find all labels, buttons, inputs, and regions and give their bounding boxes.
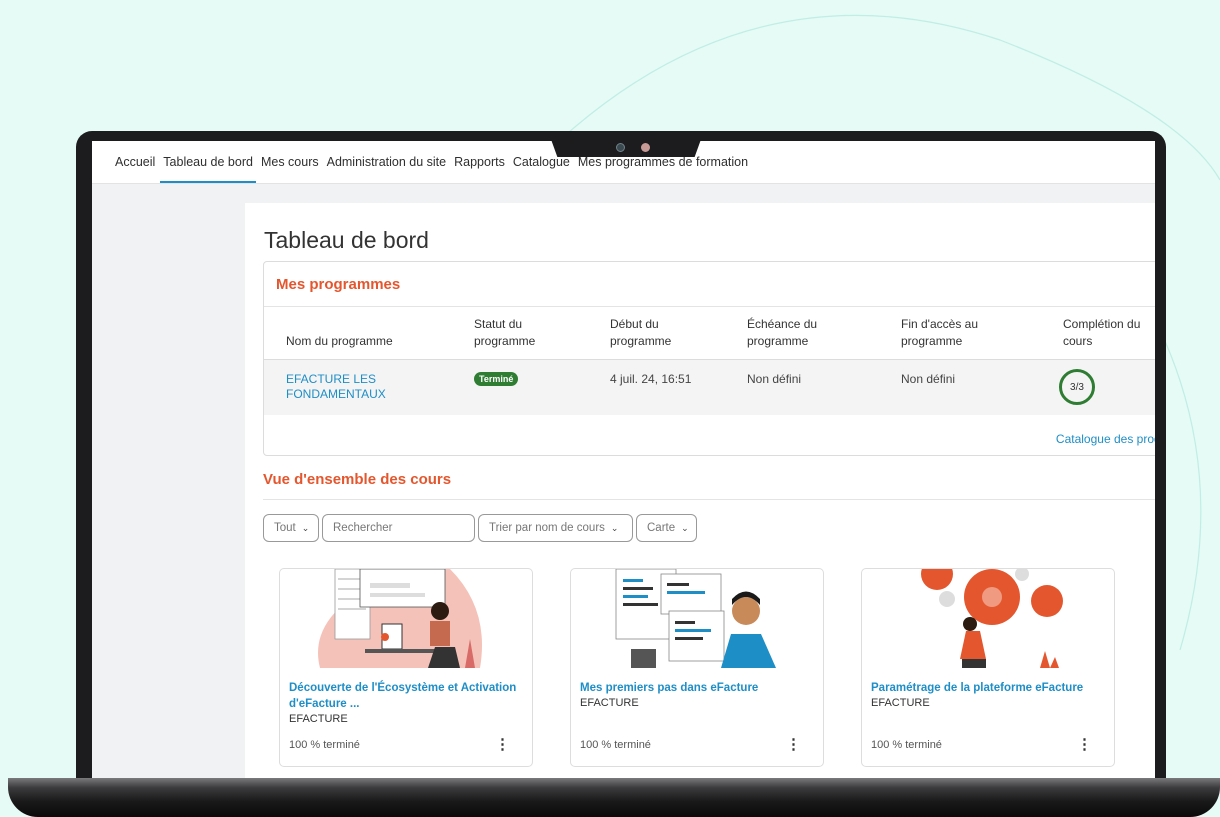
course-category: EFACTURE [871,697,930,709]
nav-item-mes-cours[interactable]: Mes cours [258,155,322,183]
program-name-link[interactable]: EFACTURE LES FONDAMENTAUX [286,372,406,402]
program-due-date: Non défini [747,372,802,386]
programs-card: Mes programmes Nom du programme Statut d… [263,261,1155,456]
search-input[interactable]: Rechercher [322,514,475,542]
header-course-completion: Complétion du cours [1063,317,1141,348]
course-illustration [615,569,776,668]
course-name[interactable]: Paramétrage de la plateforme eFacture [871,680,1109,696]
page-title: Tableau de bord [264,227,429,253]
program-end-date: Non défini [901,372,956,386]
sort-dropdown[interactable]: Trier par nom de cours ⌄ [478,514,633,542]
status-badge: Terminé [474,372,519,386]
kebab-menu-icon[interactable]: ⋮ [1077,735,1092,753]
nav-item-mes-programmes[interactable]: Mes programmes de formation [575,155,751,183]
course-name[interactable]: Découverte de l'Écosystème et Activation… [289,680,527,712]
nav-item-tableau-de-bord[interactable]: Tableau de bord [160,155,256,183]
kebab-menu-icon[interactable]: ⋮ [495,735,510,753]
kebab-menu-icon[interactable]: ⋮ [786,735,801,753]
camera-icon [616,143,625,152]
course-name[interactable]: Mes premiers pas dans eFacture [580,680,818,696]
main-content: Tableau de bord Mes programmes Nom du pr… [245,203,1155,778]
header-program-name: Nom du programme [286,334,393,348]
course-card[interactable]: Mes premiers pas dans eFacture EFACTURE … [570,568,824,767]
header-program-status: Statut du programme [474,317,536,348]
course-card[interactable]: Découverte de l'Écosystème et Activation… [279,568,533,767]
filter-dropdown[interactable]: Tout ⌄ [263,514,319,542]
course-category: EFACTURE [289,713,348,725]
filter-label: Tout [274,522,296,534]
screen: Accueil Tableau de bord Mes cours Admini… [92,141,1155,778]
programs-title: Mes programmes [276,276,401,293]
header-program-end: Fin d'accès au programme [901,317,978,348]
course-progress: 100 % terminé [580,739,651,751]
camera-light-icon [641,143,650,152]
search-placeholder: Rechercher [333,522,393,534]
view-dropdown[interactable]: Carte ⌄ [636,514,697,542]
header-program-start: Début du programme [610,317,672,348]
divider [263,499,1155,500]
overview-title: Vue d'ensemble des cours [263,471,452,488]
course-progress: 100 % terminé [871,739,942,751]
laptop-notch [548,131,704,157]
nav-item-catalogue[interactable]: Catalogue [510,155,573,183]
chevron-down-icon: ⌄ [301,522,310,533]
header-program-due: Échéance du programme [747,317,818,348]
completion-ring: 3/3 [1059,369,1095,405]
course-illustration [921,569,1063,668]
nav-item-accueil[interactable]: Accueil [112,155,158,183]
sort-label: Trier par nom de cours [489,522,605,534]
chevron-down-icon: ⌄ [681,522,689,533]
view-label: Carte [647,522,676,534]
divider [264,306,1155,307]
course-illustration [318,569,482,668]
course-category: EFACTURE [580,697,639,709]
course-progress: 100 % terminé [289,739,360,751]
chevron-down-icon: ⌄ [610,522,619,533]
laptop-base [8,778,1220,817]
nav-item-administration[interactable]: Administration du site [324,155,450,183]
course-card[interactable]: Paramétrage de la plateforme eFacture EF… [861,568,1115,767]
program-start-date: 4 juil. 24, 16:51 [610,372,692,386]
nav-item-rapports[interactable]: Rapports [451,155,508,183]
catalog-link[interactable]: Catalogue des programmes [1056,432,1155,446]
